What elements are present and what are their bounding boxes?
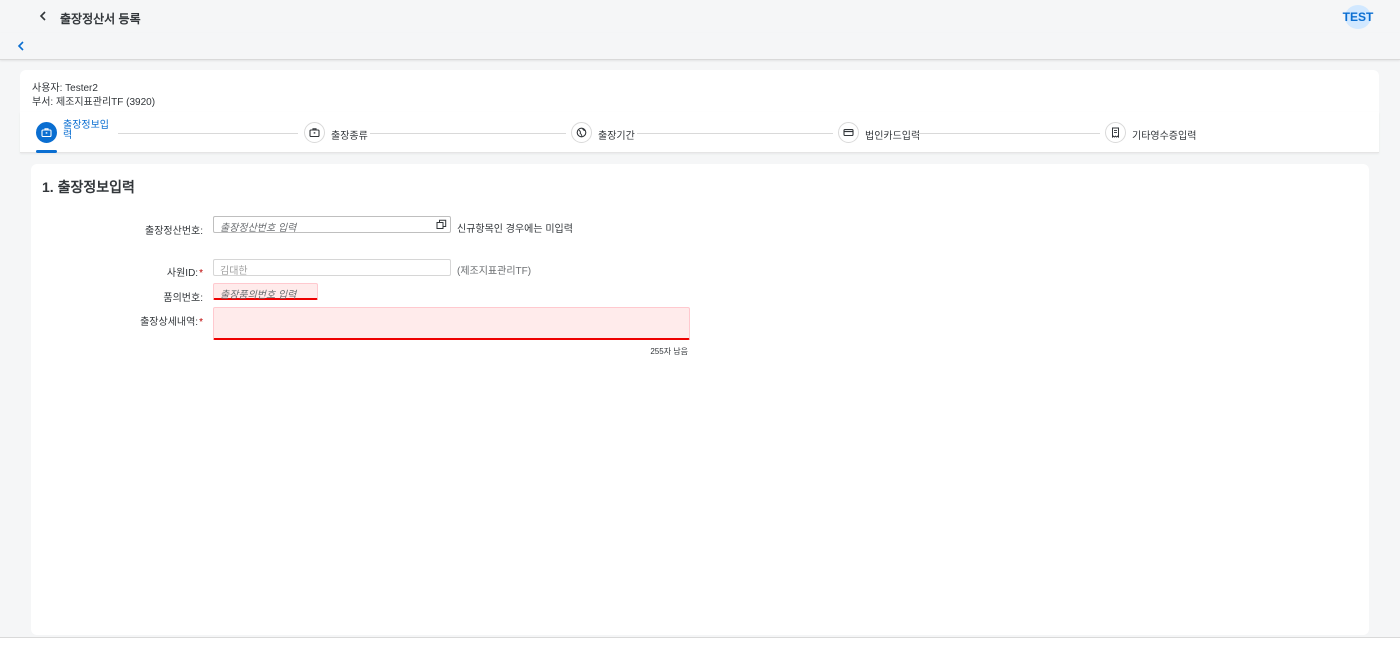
credit-card-icon [838, 122, 859, 143]
wizard-progress: 출장정보입력 출장종류 출장기간 법인카드입력 기타영수증입력 [20, 112, 1379, 153]
step-connector [918, 133, 1100, 134]
settlement-no-placeholder: 출장정산번호 입력 [220, 223, 297, 234]
page-title: 출장정산서 등록 [60, 12, 141, 26]
section-title: 1. 출장정보입력 [42, 179, 135, 195]
briefcase-icon [304, 122, 325, 143]
employee-dept-text: (제조지표관리TF) [457, 266, 532, 277]
employee-id-input[interactable]: 김대한 [213, 259, 451, 277]
approval-no-label: 품의번호: [163, 293, 203, 304]
wizard-step-label: 법인카드입력 [865, 131, 921, 142]
receipt-icon [1105, 122, 1126, 143]
step-connector [637, 133, 833, 134]
active-step-indicator [36, 150, 57, 153]
settlement-no-hint: 신규항목인 경우에는 미입력 [457, 224, 573, 235]
shell-bar: 출장정산서 등록 TEST [0, 0, 1400, 33]
details-label: 출장상세내역:* [140, 317, 203, 328]
user-avatar[interactable]: TEST [1343, 5, 1373, 29]
department-info: 부서: 제조지표관리TF (3920) [32, 97, 156, 108]
settlement-no-input[interactable]: 출장정산번호 입력 [213, 216, 451, 234]
object-header: 사용자: Tester2 부서: 제조지표관리TF (3920) [20, 70, 1379, 112]
globe-icon [571, 122, 592, 143]
briefcase-icon [36, 122, 57, 143]
footer-toolbar [0, 637, 1400, 665]
wizard-step-label: 출장정보입력 [63, 120, 109, 141]
sub-header-bar [0, 33, 1400, 60]
char-counter: 255자 남음 [650, 347, 688, 356]
employee-id-label: 사원ID:* [166, 268, 203, 279]
step-connector [370, 133, 566, 134]
settlement-no-label: 출장정산번호: [145, 226, 203, 237]
form-section: 1. 출장정보입력 출장정산번호: 출장정산번호 입력 신규항목인 경우에는 미… [31, 164, 1369, 635]
user-info: 사용자: Tester2 [32, 83, 98, 94]
nav-back-icon[interactable] [15, 40, 27, 52]
approval-no-placeholder: 출장품의번호 입력 [220, 290, 297, 301]
wizard-step-label: 출장기간 [598, 131, 635, 142]
wizard-step-label: 출장종류 [331, 131, 368, 142]
step-connector [118, 133, 298, 134]
wizard-step-label: 기타영수증입력 [1132, 131, 1197, 142]
value-help-icon[interactable] [436, 219, 447, 230]
details-textarea[interactable] [213, 307, 690, 340]
back-arrow-icon[interactable] [36, 9, 50, 23]
approval-no-input[interactable]: 출장품의번호 입력 [213, 283, 318, 301]
